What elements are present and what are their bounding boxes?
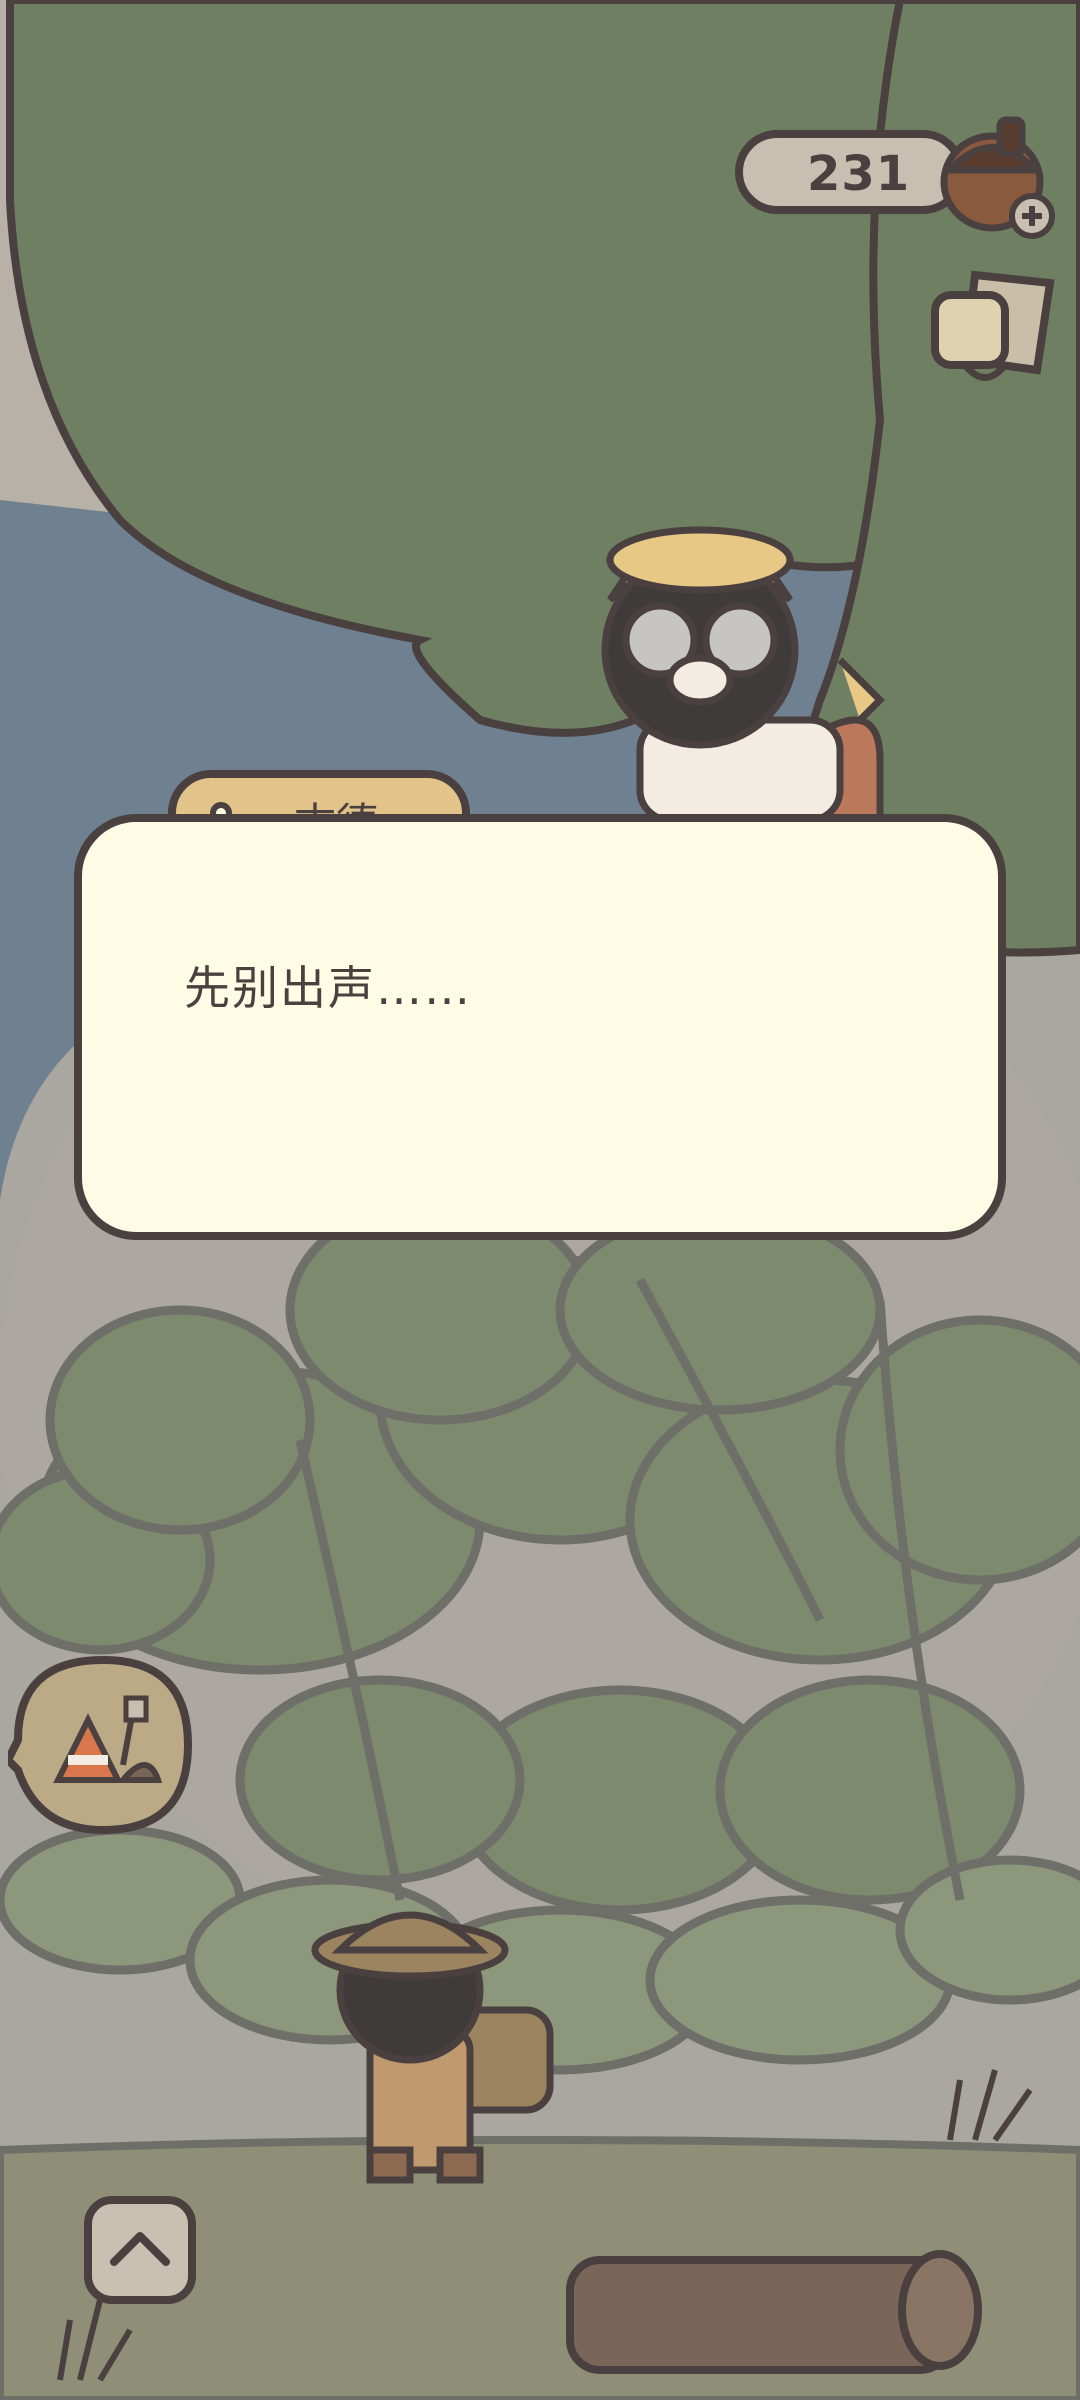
mug-icon — [931, 270, 1055, 381]
acorn-counter: 231 — [735, 130, 965, 214]
expand-menu-button[interactable] — [84, 2196, 196, 2304]
acorn-icon — [940, 116, 1055, 239]
acorn-count: 231 — [807, 146, 911, 202]
dialog-text: 先别出声…… — [184, 961, 472, 1015]
add-acorns-button[interactable] — [940, 110, 1060, 240]
dig-tools-icon — [8, 1655, 193, 1835]
game-scene: 231 古德 先别出声…… — [0, 0, 1080, 2400]
dig-action-button[interactable] — [8, 1650, 198, 1840]
dialog-box[interactable]: 先别出声…… — [74, 814, 1006, 1240]
shop-mug-button[interactable] — [925, 265, 1060, 395]
chevron-up-icon — [110, 2232, 170, 2266]
